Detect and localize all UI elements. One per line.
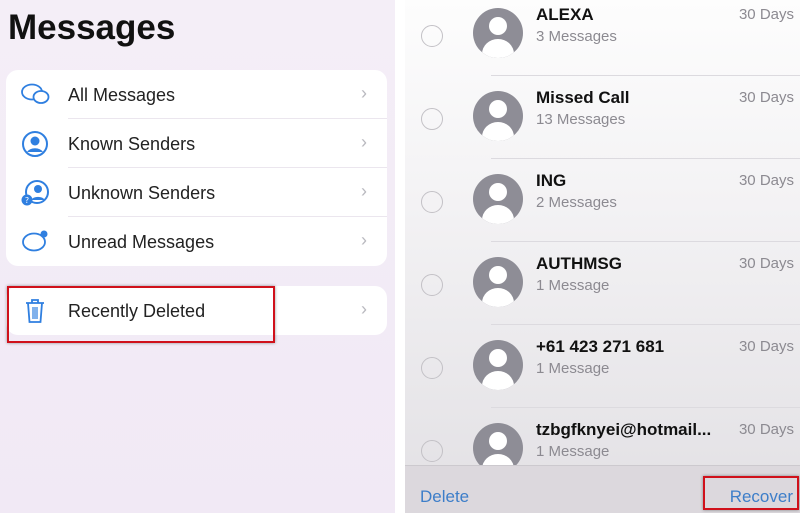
select-radio[interactable]: [421, 25, 443, 47]
avatar: [473, 91, 523, 141]
message-count: 2 Messages: [536, 194, 617, 211]
message-count: 13 Messages: [536, 111, 626, 128]
highlight-box: [703, 476, 799, 510]
sender-name: tzbgfknyei@hotmail...: [536, 420, 712, 439]
days-remaining: 30 Days: [738, 6, 794, 23]
chevron-right-icon: ›: [361, 132, 367, 152]
svg-text:?: ?: [25, 196, 29, 205]
avatar: [473, 8, 523, 58]
deleted-conversation-row[interactable]: +61 423 271 681 1 Message 30 Days: [405, 332, 800, 415]
chevron-right-icon: ›: [361, 299, 367, 319]
sender-name: ALEXA: [536, 5, 594, 24]
filter-unknown-senders[interactable]: ? Unknown Senders ›: [6, 168, 387, 217]
avatar: [473, 257, 523, 307]
select-radio[interactable]: [421, 357, 443, 379]
days-remaining: 30 Days: [738, 421, 794, 438]
filter-unread-messages[interactable]: Unread Messages ›: [6, 217, 387, 266]
message-count: 1 Message: [536, 277, 610, 294]
days-remaining: 30 Days: [738, 255, 794, 272]
filter-known-senders[interactable]: Known Senders ›: [6, 119, 387, 168]
message-count: 1 Message: [536, 360, 610, 377]
chevron-right-icon: ›: [361, 83, 367, 103]
person-circle-icon: [22, 131, 48, 157]
sender-name: +61 423 271 681: [536, 337, 665, 356]
recently-deleted-list: ALEXA 3 Messages 30 Days Missed Call 13 …: [405, 0, 800, 513]
chevron-right-icon: ›: [361, 181, 367, 201]
highlight-box: [7, 286, 275, 343]
select-radio[interactable]: [421, 274, 443, 296]
days-remaining: 30 Days: [738, 338, 794, 355]
sender-name: ING: [536, 171, 567, 190]
page-title: Messages: [8, 8, 176, 47]
filters-card: All Messages › Known Senders › ? Unknown S…: [6, 70, 387, 266]
messages-filter-panel: Messages All Messages › Known Senders › ? …: [0, 0, 395, 513]
chat-bubbles-icon: [21, 83, 50, 104]
select-radio[interactable]: [421, 108, 443, 130]
select-radio[interactable]: [421, 440, 443, 462]
avatar: [473, 340, 523, 390]
deleted-conversation-row[interactable]: ALEXA 3 Messages 30 Days: [405, 0, 800, 83]
sender-name: Missed Call: [536, 88, 630, 107]
message-count: 1 Message: [536, 443, 610, 460]
select-radio[interactable]: [421, 191, 443, 213]
unknown-person-icon: ?: [21, 180, 49, 206]
days-remaining: 30 Days: [738, 89, 794, 106]
unread-bubble-icon: [22, 230, 48, 252]
filter-all-messages[interactable]: All Messages ›: [6, 70, 387, 119]
days-remaining: 30 Days: [738, 172, 794, 189]
delete-button[interactable]: Delete: [420, 487, 469, 507]
avatar: [473, 174, 523, 224]
sender-name: AUTHMSG: [536, 254, 622, 273]
message-count: 3 Messages: [536, 28, 617, 45]
deleted-conversation-row[interactable]: ING 2 Messages 30 Days: [405, 166, 800, 249]
chevron-right-icon: ›: [361, 230, 367, 250]
deleted-conversation-row[interactable]: Missed Call 13 Messages 30 Days: [405, 83, 800, 166]
deleted-conversation-row[interactable]: AUTHMSG 1 Message 30 Days: [405, 249, 800, 332]
